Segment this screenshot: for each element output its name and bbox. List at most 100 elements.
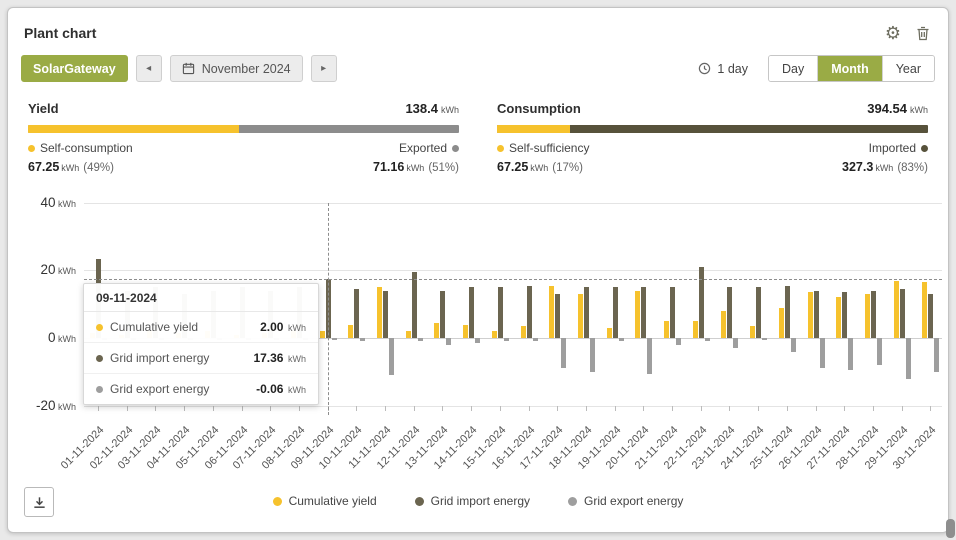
bar-grid-export-energy[interactable] bbox=[877, 338, 882, 365]
bar-grid-import-energy[interactable] bbox=[928, 294, 933, 338]
bar-grid-export-energy[interactable] bbox=[590, 338, 595, 372]
self-sufficiency-value: 67.25 bbox=[497, 160, 528, 174]
bar-grid-import-energy[interactable] bbox=[613, 287, 618, 338]
bar-cumulative-yield[interactable] bbox=[406, 331, 411, 338]
interval-label: 1 day bbox=[717, 62, 748, 76]
legend-label-grid-import-energy: Grid import energy bbox=[431, 494, 530, 508]
tooltip-row-label: Grid export energy bbox=[110, 382, 249, 396]
bar-grid-import-energy[interactable] bbox=[871, 291, 876, 338]
legend-item-cumulative-yield[interactable]: Cumulative yield bbox=[273, 494, 377, 508]
bar-grid-import-energy[interactable] bbox=[354, 289, 359, 338]
bar-grid-import-energy[interactable] bbox=[641, 287, 646, 338]
bar-grid-export-energy[interactable] bbox=[676, 338, 681, 345]
bar-grid-import-energy[interactable] bbox=[555, 294, 560, 338]
bar-grid-import-energy[interactable] bbox=[498, 287, 503, 338]
next-month-button[interactable]: ▸ bbox=[311, 55, 337, 82]
consumption-panel: Consumption 394.54kWh Self-sufficiency 6… bbox=[497, 100, 928, 176]
scrollbar-thumb[interactable] bbox=[946, 519, 955, 538]
imported-pct: (83%) bbox=[897, 162, 928, 174]
bar-grid-export-energy[interactable] bbox=[820, 338, 825, 368]
yield-title: Yield bbox=[28, 101, 59, 116]
view-month-button[interactable]: Month bbox=[817, 56, 881, 81]
bar-grid-import-energy[interactable] bbox=[412, 272, 417, 338]
bar-cumulative-yield[interactable] bbox=[836, 297, 841, 338]
bar-cumulative-yield[interactable] bbox=[348, 325, 353, 339]
bar-cumulative-yield[interactable] bbox=[922, 282, 927, 338]
consumption-total-value: 394.54 bbox=[867, 101, 907, 116]
bar-grid-export-energy[interactable] bbox=[561, 338, 566, 368]
bar-grid-export-energy[interactable] bbox=[733, 338, 738, 348]
gateway-button[interactable]: SolarGateway bbox=[21, 55, 128, 82]
bar-grid-export-energy[interactable] bbox=[705, 338, 710, 341]
bar-grid-import-energy[interactable] bbox=[842, 292, 847, 338]
bar-grid-import-energy[interactable] bbox=[727, 287, 732, 338]
prev-month-button[interactable]: ◂ bbox=[136, 55, 162, 82]
bar-grid-export-energy[interactable] bbox=[533, 338, 538, 341]
bar-grid-export-energy[interactable] bbox=[475, 338, 480, 343]
bar-grid-import-energy[interactable] bbox=[814, 291, 819, 338]
exported-pct: (51%) bbox=[428, 162, 459, 174]
bar-cumulative-yield[interactable] bbox=[463, 325, 468, 339]
bar-grid-export-energy[interactable] bbox=[389, 338, 394, 375]
x-tick bbox=[701, 406, 702, 411]
crosshair-vertical bbox=[328, 203, 329, 415]
bar-cumulative-yield[interactable] bbox=[434, 323, 439, 338]
legend-item-grid-import-energy[interactable]: Grid import energy bbox=[415, 494, 530, 508]
bar-grid-import-energy[interactable] bbox=[670, 287, 675, 338]
x-tick bbox=[242, 406, 243, 411]
bar-grid-export-energy[interactable] bbox=[504, 338, 509, 341]
settings-button[interactable]: ⚙ bbox=[882, 22, 904, 44]
bar-cumulative-yield[interactable] bbox=[865, 294, 870, 338]
bar-grid-import-energy[interactable] bbox=[699, 267, 704, 338]
bar-grid-export-energy[interactable] bbox=[619, 338, 624, 341]
bar-grid-export-energy[interactable] bbox=[332, 338, 337, 340]
legend-label-cumulative-yield: Cumulative yield bbox=[289, 494, 377, 508]
bar-grid-import-energy[interactable] bbox=[785, 286, 790, 338]
bar-grid-export-energy[interactable] bbox=[647, 338, 652, 374]
bar-grid-import-energy[interactable] bbox=[527, 286, 532, 338]
self-sufficiency-label: Self-sufficiency bbox=[509, 141, 589, 155]
bar-cumulative-yield[interactable] bbox=[521, 326, 526, 338]
bar-cumulative-yield[interactable] bbox=[377, 287, 382, 338]
bar-grid-import-energy[interactable] bbox=[756, 287, 761, 338]
view-switcher: DayMonthYear bbox=[768, 55, 935, 82]
bar-cumulative-yield[interactable] bbox=[779, 308, 784, 338]
series-dot bbox=[96, 324, 103, 331]
bar-cumulative-yield[interactable] bbox=[894, 281, 899, 339]
bar-grid-import-energy[interactable] bbox=[900, 289, 905, 338]
bar-cumulative-yield[interactable] bbox=[578, 294, 583, 338]
consumption-total-unit: kWh bbox=[910, 105, 928, 115]
tooltip-row: Cumulative yield2.00 kWh bbox=[84, 312, 318, 343]
bar-cumulative-yield[interactable] bbox=[693, 321, 698, 338]
bar-grid-export-energy[interactable] bbox=[848, 338, 853, 370]
legend-item-grid-export-energy[interactable]: Grid export energy bbox=[568, 494, 683, 508]
date-picker-button[interactable]: November 2024 bbox=[170, 55, 303, 82]
self-sufficiency-pct: (17%) bbox=[552, 162, 583, 174]
view-year-button[interactable]: Year bbox=[882, 56, 934, 81]
bar-cumulative-yield[interactable] bbox=[664, 321, 669, 338]
bar-cumulative-yield[interactable] bbox=[492, 331, 497, 338]
delete-button[interactable] bbox=[912, 22, 934, 44]
bar-grid-export-energy[interactable] bbox=[906, 338, 911, 379]
bar-cumulative-yield[interactable] bbox=[808, 292, 813, 338]
bar-grid-import-energy[interactable] bbox=[383, 291, 388, 338]
date-label: November 2024 bbox=[202, 62, 291, 76]
bar-grid-export-energy[interactable] bbox=[762, 338, 767, 340]
bar-cumulative-yield[interactable] bbox=[607, 328, 612, 338]
bar-grid-export-energy[interactable] bbox=[791, 338, 796, 352]
view-day-button[interactable]: Day bbox=[769, 56, 817, 81]
bar-cumulative-yield[interactable] bbox=[635, 291, 640, 338]
bar-cumulative-yield[interactable] bbox=[721, 311, 726, 338]
bar-grid-import-energy[interactable] bbox=[469, 287, 474, 338]
bar-grid-import-energy[interactable] bbox=[440, 291, 445, 338]
bar-grid-export-energy[interactable] bbox=[360, 338, 365, 341]
bar-cumulative-yield[interactable] bbox=[549, 286, 554, 338]
bar-grid-export-energy[interactable] bbox=[934, 338, 939, 372]
bar-grid-export-energy[interactable] bbox=[446, 338, 451, 345]
legend-label-grid-export-energy: Grid export energy bbox=[584, 494, 683, 508]
bar-grid-import-energy[interactable] bbox=[584, 287, 589, 338]
bar-cumulative-yield[interactable] bbox=[750, 326, 755, 338]
bar-grid-export-energy[interactable] bbox=[418, 338, 423, 341]
self-sufficiency-block: Self-sufficiency 67.25kWh(17%) bbox=[497, 141, 589, 176]
bar-cumulative-yield[interactable] bbox=[320, 331, 325, 338]
